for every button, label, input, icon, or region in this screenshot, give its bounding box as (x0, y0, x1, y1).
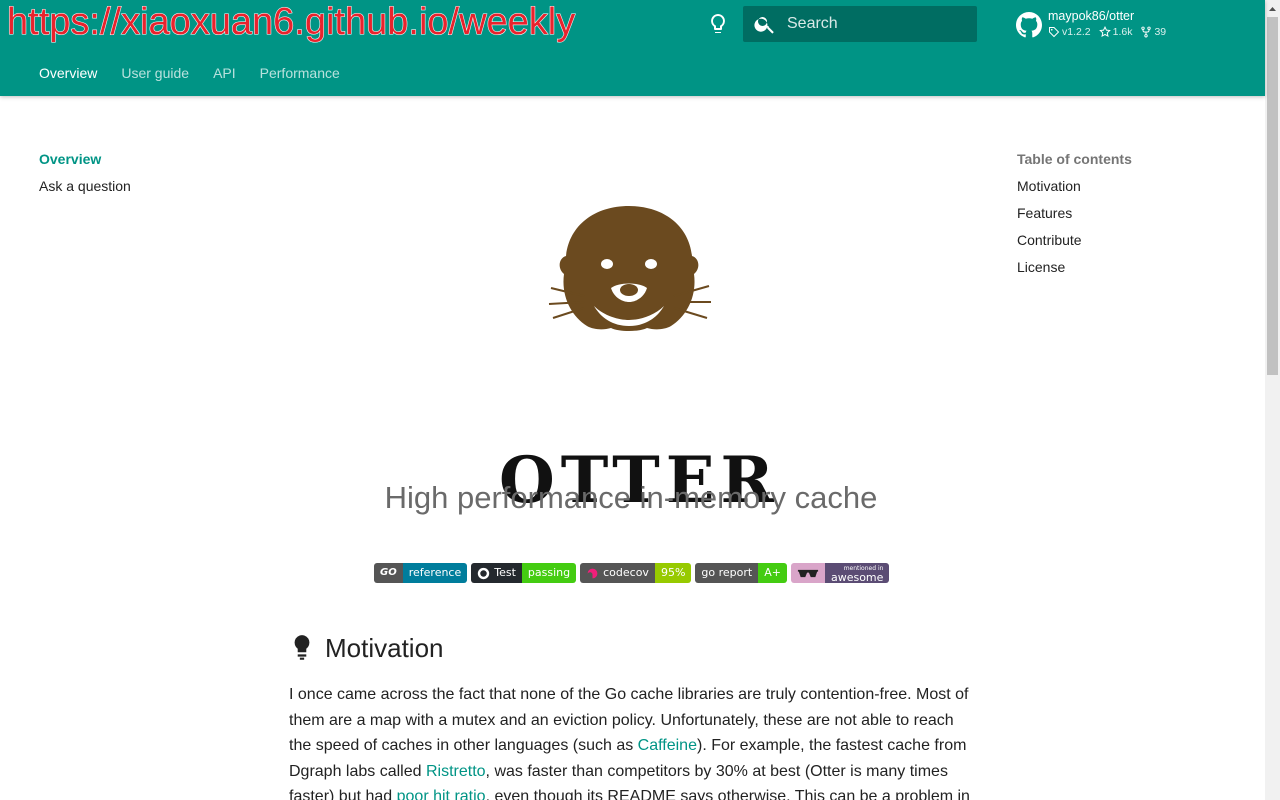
motivation-paragraph: I once came across the fact that none of… (289, 682, 979, 800)
repo-facts: v1.2.2 1.6k 39 (1048, 26, 1166, 38)
codecov-icon (587, 568, 598, 578)
badge-left (790, 563, 825, 583)
lightbulb-icon (711, 14, 725, 33)
lightbulb-icon (294, 635, 310, 660)
badge-left: GO (374, 563, 403, 583)
otter-logo (389, 156, 873, 456)
motivation-heading: Motivation (289, 628, 444, 668)
badge-row: GO reference Test passing codecov 95% go… (374, 563, 890, 583)
paragraph-text: , even though its README says otherwise.… (485, 788, 970, 800)
toc-item-motivation[interactable]: Motivation (1017, 175, 1237, 202)
repo-forks-text: 39 (1154, 26, 1167, 38)
theme-toggle-button[interactable] (706, 12, 730, 36)
badge-codecov-label: codecov (603, 566, 649, 579)
repo-version-text: v1.2.2 (1062, 26, 1091, 38)
sidebar-item-overview[interactable]: Overview (39, 148, 239, 175)
tab-overview[interactable]: Overview (27, 54, 109, 92)
repo-name: maypok86/otter (1048, 9, 1135, 23)
badge-right: A+ (758, 563, 787, 583)
github-icon (478, 567, 490, 579)
search-box[interactable] (743, 6, 977, 42)
otter-head-illustration (548, 206, 711, 331)
github-icon (1016, 12, 1042, 38)
repo-version: v1.2.2 (1048, 26, 1091, 38)
repo-link[interactable]: maypok86/otter v1.2.2 1.6k 39 (1016, 8, 1216, 44)
ristretto-link[interactable]: Ristretto (426, 763, 486, 780)
badge-go-reference[interactable]: GO reference (374, 563, 468, 583)
sidebar-item-ask-question[interactable]: Ask a question (39, 175, 239, 202)
badge-right: reference (402, 563, 468, 583)
nav-tabs: Overview User guide API Performance (27, 54, 352, 92)
toc-title: Table of contents (1017, 151, 1132, 167)
go-icon: GO (380, 567, 397, 578)
badge-go-report[interactable]: go report A+ (695, 563, 787, 583)
search-icon (754, 17, 774, 34)
badge-right: passing (521, 563, 577, 583)
badge-right: mentioned in awesome (824, 563, 890, 583)
badge-awesome-bottom: awesome (830, 571, 884, 583)
site-url-overlay: https://xiaoxuan6.github.io/weekly (6, 1, 576, 44)
repo-forks: 39 (1140, 26, 1166, 38)
tab-api[interactable]: API (201, 54, 248, 92)
header: https://xiaoxuan6.github.io/weekly maypo… (0, 0, 1265, 96)
badge-left: Test (471, 563, 522, 583)
tab-user-guide[interactable]: User guide (109, 54, 201, 92)
sunglasses-icon (797, 569, 819, 577)
badge-codecov[interactable]: codecov 95% (580, 563, 692, 583)
badge-test-label: Test (494, 566, 516, 579)
caffeine-link[interactable]: Caffeine (638, 737, 697, 754)
badge-awesome[interactable]: mentioned in awesome (790, 563, 890, 583)
scrollbar-thumb[interactable] (1267, 17, 1278, 375)
motivation-heading-text: Motivation (325, 632, 444, 663)
fork-icon (1141, 26, 1152, 38)
repo-stars: 1.6k (1098, 26, 1133, 38)
page-tagline: High performance in-memory cache (384, 480, 878, 515)
badge-left: go report (695, 563, 759, 583)
poor-hit-ratio-link[interactable]: poor hit ratio (397, 788, 486, 800)
badge-test[interactable]: Test passing (471, 563, 577, 583)
tab-performance[interactable]: Performance (248, 54, 352, 92)
badge-left: codecov (580, 563, 655, 583)
primary-sidebar: Overview Ask a question (39, 148, 239, 202)
scroll-up-arrow-icon[interactable] (1265, 0, 1280, 17)
repo-stars-text: 1.6k (1112, 26, 1133, 38)
star-icon (1098, 26, 1111, 38)
toc-item-license[interactable]: License (1017, 256, 1237, 283)
page-scrollbar[interactable] (1265, 0, 1280, 800)
toc-item-contribute[interactable]: Contribute (1017, 229, 1237, 256)
badge-right: 95% (654, 563, 692, 583)
search-input[interactable] (787, 6, 972, 42)
table-of-contents: Table of contents Motivation Features Co… (1017, 148, 1237, 283)
tag-icon (1049, 27, 1060, 38)
toc-item-features[interactable]: Features (1017, 202, 1237, 229)
